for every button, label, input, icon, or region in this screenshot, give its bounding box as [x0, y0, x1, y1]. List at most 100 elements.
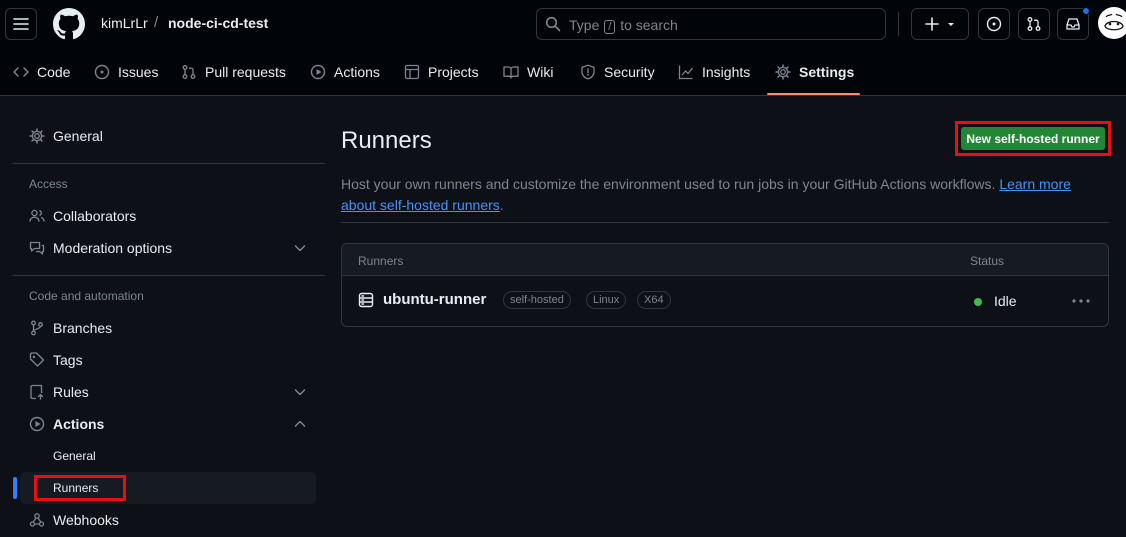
tab-insights[interactable]: Insights [678, 48, 750, 96]
runners-table: Runners Status ubuntu-runner self-hosted… [341, 243, 1109, 327]
sidebar-item-label: General [53, 128, 103, 144]
sidebar-item-label: Moderation options [53, 240, 173, 256]
selected-item-indicator [13, 477, 17, 499]
chevron-down-icon [294, 245, 306, 252]
inbox-icon [1066, 18, 1080, 30]
chevron-up-icon [294, 420, 306, 427]
runner-status: Idle [994, 293, 1017, 309]
table-row: ubuntu-runner self-hosted Linux X64 Idle [342, 277, 1108, 327]
play-icon [29, 416, 45, 432]
breadcrumb-separator: / [154, 14, 159, 31]
pull-request-icon [182, 65, 196, 79]
description-period: . [499, 197, 504, 213]
sidebar-heading-access: Access [29, 177, 68, 191]
issue-opened-icon [986, 16, 1002, 32]
active-tab-indicator [767, 93, 860, 95]
sidebar-item-rules[interactable]: Rules [20, 376, 316, 408]
runner-label-badge: Linux [586, 291, 627, 309]
graph-icon [678, 65, 694, 80]
people-icon [29, 209, 45, 222]
gear-icon [29, 128, 45, 144]
pull-requests-button[interactable] [1018, 8, 1050, 40]
sidebar-subitem-label: General [53, 449, 96, 463]
git-pull-request-icon [1027, 17, 1041, 31]
search-shortcut-key: / [604, 20, 616, 34]
hamburger-icon [13, 18, 29, 30]
tab-label: Pull requests [205, 64, 286, 80]
sidebar-heading-code-automation: Code and automation [29, 289, 144, 303]
sidebar-divider [13, 275, 325, 276]
code-icon [13, 67, 29, 77]
table-header: Runners Status [342, 244, 1108, 276]
user-avatar[interactable] [1098, 7, 1126, 39]
tab-wiki[interactable]: Wiki [503, 48, 553, 96]
highlight-box-runners [34, 475, 126, 501]
sidebar-item-moderation[interactable]: Moderation options [20, 232, 316, 264]
tab-actions[interactable]: Actions [310, 48, 380, 96]
tag-icon [29, 352, 45, 367]
section-divider [341, 222, 1109, 223]
page-title: Runners [341, 127, 432, 154]
caret-down-icon [948, 23, 954, 26]
chevron-down-icon [294, 389, 306, 396]
issues-button[interactable] [978, 8, 1010, 40]
table-icon [404, 64, 420, 80]
book-icon [503, 66, 519, 79]
repo-name-link[interactable]: node-ci-cd-test [168, 15, 268, 31]
sidebar-item-tags[interactable]: Tags [20, 344, 316, 376]
sidebar-divider [13, 163, 325, 164]
repo-push-icon [30, 384, 44, 400]
tab-label: Settings [799, 64, 855, 80]
tab-label: Issues [118, 64, 159, 80]
tab-security[interactable]: Security [580, 48, 655, 96]
runner-label-badge: self-hosted [503, 291, 571, 309]
notification-indicator [1082, 7, 1090, 15]
sidebar-item-label: Tags [53, 352, 83, 368]
sidebar-item-actions[interactable]: Actions [20, 408, 316, 440]
global-header: kimLrLr / node-ci-cd-test Type / to sear… [0, 0, 1126, 96]
column-header-runners: Runners [358, 254, 404, 268]
search-placeholder: Type / to search [569, 17, 678, 34]
github-logo-icon[interactable] [53, 8, 85, 40]
tab-settings[interactable]: Settings [775, 48, 854, 96]
tab-label: Code [37, 64, 71, 80]
play-icon [310, 64, 326, 80]
status-indicator-dot [974, 298, 982, 306]
new-self-hosted-runner-button[interactable]: New self-hosted runner [961, 127, 1105, 150]
tab-pull-requests[interactable]: Pull requests [181, 48, 286, 96]
menu-button[interactable] [5, 8, 37, 40]
issue-icon [94, 64, 110, 80]
page-description: Host your own runners and customize the … [341, 174, 1101, 216]
runner-label-badge: X64 [637, 291, 671, 309]
sidebar-item-collaborators[interactable]: Collaborators [20, 200, 316, 232]
tab-label: Insights [702, 64, 751, 80]
create-new-button[interactable] [911, 8, 969, 40]
sidebar-item-label: Branches [53, 320, 113, 336]
sidebar-subitem-actions-general[interactable]: General [20, 440, 316, 472]
top-bar: kimLrLr / node-ci-cd-test Type / to sear… [0, 0, 1126, 48]
tab-label: Wiki [527, 64, 554, 80]
sidebar-item-label: Rules [53, 384, 89, 400]
tab-issues[interactable]: Issues [94, 48, 158, 96]
webhook-icon [29, 513, 45, 527]
runner-more-options-button[interactable] [1070, 291, 1092, 311]
search-icon [545, 16, 561, 32]
tab-label: Projects [428, 64, 479, 80]
comment-discussion-icon [29, 241, 45, 255]
kebab-horizontal-icon [1072, 299, 1090, 303]
sidebar-item-webhooks[interactable]: Webhooks [20, 504, 316, 536]
header-divider [898, 12, 899, 36]
gear-icon [775, 64, 791, 80]
sidebar-item-label: Collaborators [53, 208, 137, 224]
sidebar-item-general[interactable]: General [20, 120, 316, 152]
sidebar-item-label: Webhooks [53, 512, 119, 528]
description-text: Host your own runners and customize the … [341, 176, 996, 192]
search-input[interactable]: Type / to search [536, 8, 886, 40]
server-icon [358, 292, 374, 308]
runner-name-link[interactable]: ubuntu-runner [383, 291, 486, 308]
repo-owner-link[interactable]: kimLrLr [101, 15, 148, 31]
sidebar-item-branches[interactable]: Branches [20, 312, 316, 344]
highlight-box-new-runner: New self-hosted runner [955, 121, 1111, 156]
tab-code[interactable]: Code [13, 48, 70, 96]
tab-projects[interactable]: Projects [404, 48, 479, 96]
